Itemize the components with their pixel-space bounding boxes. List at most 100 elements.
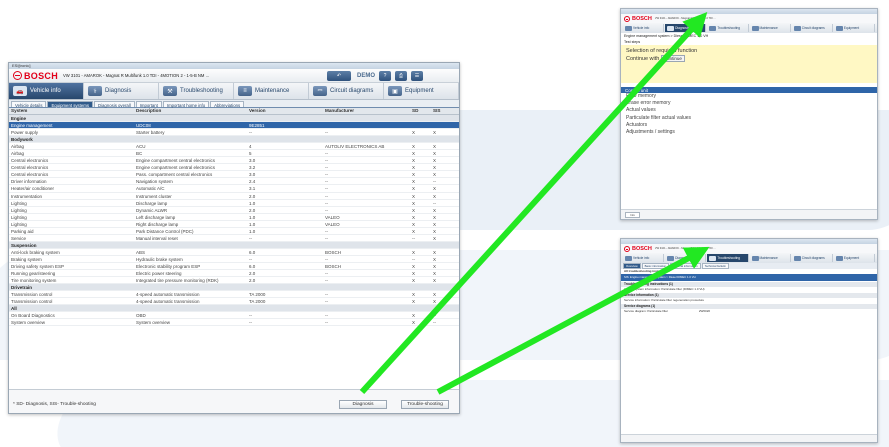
cell-version: 3.1 — [249, 186, 256, 192]
tab-diagnosis[interactable]: Diagnosis — [665, 254, 707, 262]
cell-system: Engine management — [11, 123, 53, 129]
menu-item-erase-error-memory[interactable]: Erase error memory — [621, 100, 877, 107]
tab-equipment[interactable]: ▣ Equipment — [384, 83, 459, 99]
subtab-vehicle-details[interactable]: Vehicle details — [11, 101, 47, 108]
list-item[interactable]: Vehicle/system information: Particulate … — [621, 287, 877, 292]
table-row[interactable]: On Board Diagnostics OBD -- -- X -- — [9, 312, 459, 320]
column-header-system[interactable]: System — [9, 108, 134, 114]
list-item[interactable]: Service information: Particulate filter … — [621, 298, 877, 303]
cell-sis: X — [433, 278, 437, 284]
cell-version: 9E2851 — [249, 123, 265, 129]
table-row[interactable]: Braking system Hydraulic brake system -- --… — [9, 256, 459, 263]
tab-troubleshooting[interactable]: ⚒ Troubleshooting — [159, 83, 234, 99]
cell-description: Discharge lamp — [136, 200, 168, 206]
print-icon[interactable]: ⎙ — [395, 70, 408, 81]
continue-button[interactable]: Continue — [660, 55, 685, 62]
table-row[interactable]: Airbag ACU 4 AUTOLIV ELECTRONICS AB X X — [9, 143, 459, 151]
table-row[interactable]: Running gear/steering Electric power stee… — [9, 270, 459, 278]
table-row[interactable]: Parking aid Park Distance Control (PDC) 1.… — [9, 228, 459, 235]
subtab-equipment-systems[interactable]: Equipment systems — [47, 101, 93, 108]
table-row[interactable]: Instrumentation Instrument cluster 2.0 -- X X — [9, 193, 459, 200]
table-row[interactable]: Lighting Discharge lamp 1.0 -- X -- — [9, 200, 459, 207]
cell-version: TA 2000 — [249, 292, 266, 298]
table-row[interactable]: Lighting Left discharge lamp 1.0 VALEO X X — [9, 214, 459, 221]
tab-diagnosis[interactable]: Diagnosis — [665, 24, 707, 32]
table-row[interactable]: Heater/air conditioner Automatic A/C 3.1 --… — [9, 185, 459, 193]
tab-vehicle-info[interactable]: 🚗 Vehicle info — [9, 83, 84, 99]
tab-circuit-diagrams[interactable]: Circuit diagrams — [792, 24, 833, 32]
menu-item-ecu-memory[interactable]: ECU memory — [621, 93, 877, 100]
subtab-technical-bulletin[interactable]: Technical bulletin — [701, 263, 729, 269]
diagnosis-button[interactable]: Diagnosis — [339, 400, 387, 409]
selected-system-bar[interactable]: SIS: Engine management system > Diesel D… — [621, 274, 877, 281]
bosch-logo: BOSCH — [632, 245, 652, 252]
troubleshooting-button[interactable]: Trouble-shooting — [401, 400, 449, 409]
tab-maintenance[interactable]: Maintenance — [750, 254, 791, 262]
cell-sd: X — [412, 165, 416, 171]
tab-troubleshooting[interactable]: Troubleshooting — [707, 24, 749, 32]
cell-manufacturer: BOSCH — [325, 263, 342, 269]
cell-system: Tire monitoring system — [11, 278, 57, 284]
tab-circuit-diagrams[interactable]: ⎓ Circuit diagrams — [309, 83, 384, 99]
cell-manufacturer: -- — [325, 235, 328, 241]
tab-maintenance[interactable]: ≡ Maintenance — [234, 83, 309, 99]
table-row[interactable]: Driving safety system ESP Electronic stab… — [9, 263, 459, 271]
menu-item-particulate-filter[interactable]: Particulate filter actual values — [621, 115, 877, 122]
cell-version: 2.0 — [249, 278, 256, 284]
table-row[interactable]: Engine management UDC08 9E2851 — [9, 122, 459, 130]
table-row[interactable]: Power supply Starter battery -- -- X X — [9, 129, 459, 137]
table-row[interactable]: Transmission control 4-speed automatic tr… — [9, 291, 459, 299]
subtab-general-information[interactable]: General information — [670, 263, 701, 269]
cell-system: Instrumentation — [11, 193, 43, 199]
window-footer: Info — [621, 209, 877, 219]
table-row[interactable]: Transmission control 4-speed automatic tr… — [9, 298, 459, 306]
menu-item-adjustments[interactable]: Adjustments / settings — [621, 129, 877, 136]
table-row[interactable]: Driver information Navigation system 2.4 --… — [9, 178, 459, 186]
table-row[interactable]: Anti-lock braking system ABS 6.0 BOSCH X X — [9, 249, 459, 256]
tab-vehicle-info[interactable]: Vehicle info — [623, 254, 665, 262]
cell-description — [134, 115, 247, 121]
tab-equipment[interactable]: Equipment — [834, 24, 876, 32]
column-header-manufacturer[interactable]: Manufacturer — [323, 108, 410, 114]
tab-troubleshooting[interactable]: Troubleshooting — [707, 254, 749, 262]
tab-maintenance[interactable]: Maintenance — [750, 24, 791, 32]
table-row[interactable]: Lighting Dynamic ALWR 2.0 -- X X — [9, 207, 459, 214]
subtab-important-home-info[interactable]: Important home info — [162, 101, 210, 108]
info-button[interactable]: Info — [625, 212, 641, 218]
cell-description: UDC08 — [136, 123, 151, 129]
table-row[interactable]: Central electronics Pass. compartment cen… — [9, 171, 459, 179]
tab-vehicle-info[interactable]: Vehicle info — [623, 24, 665, 32]
table-row[interactable]: Service Manual interval reset -- -- -- X — [9, 235, 459, 242]
table-row[interactable]: Airbag BC 5 -- X X — [9, 150, 459, 158]
subtab-important[interactable]: Important — [135, 101, 162, 108]
table-row[interactable]: System overview System overview -- -- X -- — [9, 319, 459, 327]
list-item[interactable]: Service diagram: Particulate filter 2W60… — [621, 309, 877, 314]
bosch-logo-icon — [13, 71, 22, 80]
subtab-abbreviations[interactable]: Abbreviations — [210, 101, 245, 108]
equipment-systems-table: Engine Engine management UDC08 9E2851 Power … — [9, 115, 459, 359]
column-header-sis[interactable]: SIS — [431, 108, 453, 114]
troubleshooting-icon — [709, 255, 717, 261]
cell-sd — [410, 242, 431, 248]
vehicle-identification: VW 3101 - AMAROK - Magnat R Multifunk 1.… — [63, 73, 210, 78]
tab-circuit-diagrams[interactable]: Circuit diagrams — [792, 254, 833, 262]
settings-icon[interactable]: ☰ — [411, 70, 424, 81]
header-bar: BOSCH VW 3101 - AMAROK - Magnat R Multif… — [621, 244, 877, 253]
back-arrow-icon[interactable]: ↶ — [327, 70, 352, 81]
table-row[interactable]: Tire monitoring system Integrated tire pr… — [9, 277, 459, 285]
table-row[interactable]: Lighting Right discharge lamp 1.0 VALEO X X — [9, 221, 459, 228]
cell-version: -- — [249, 130, 252, 136]
cell-sis: -- — [433, 313, 436, 319]
table-row[interactable]: Central electronics Engine compartment ce… — [9, 164, 459, 172]
column-header-description[interactable]: Description — [134, 108, 247, 114]
menu-item-actuators[interactable]: Actuators — [621, 122, 877, 129]
table-row[interactable]: Central electronics Engine compartment ce… — [9, 157, 459, 165]
tab-equipment[interactable]: Equipment — [834, 254, 876, 262]
tab-diagnosis[interactable]: ⚕ Diagnosis — [84, 83, 159, 99]
subtab-diagnosis-overall[interactable]: Diagnosis overall — [93, 101, 135, 108]
car-icon — [625, 25, 632, 31]
column-header-version[interactable]: Version — [247, 108, 323, 114]
column-header-sd[interactable]: SD — [410, 108, 431, 114]
help-icon[interactable]: ? — [379, 70, 392, 81]
menu-item-actual-values[interactable]: Actual values — [621, 107, 877, 114]
